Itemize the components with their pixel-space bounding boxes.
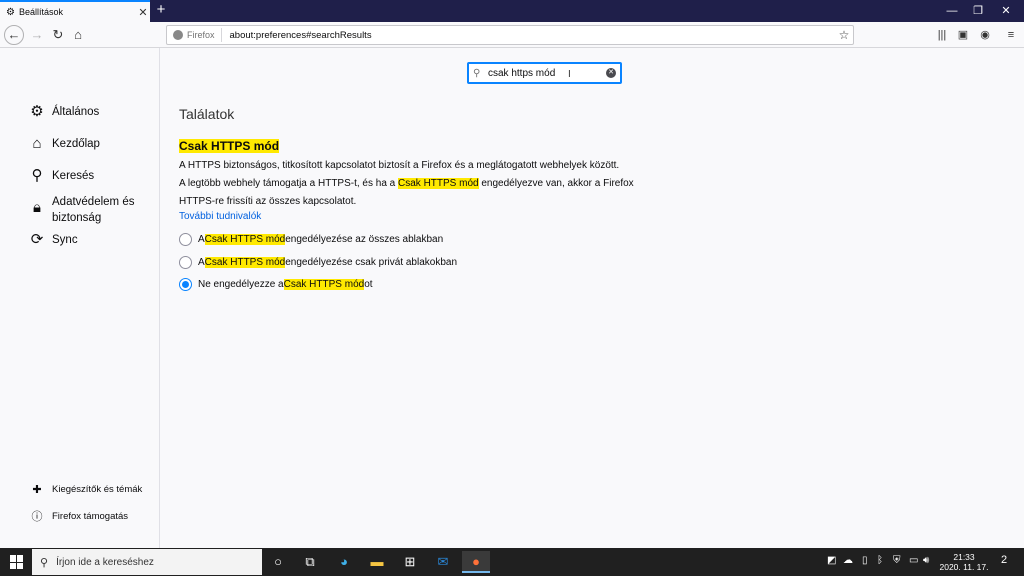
file-explorer-icon[interactable]: ▬ <box>366 551 388 573</box>
new-tab-button[interactable]: + <box>152 0 170 22</box>
radio-enable-all-windows[interactable]: A Csak HTTPS mód engedélyezése az összes… <box>179 233 443 246</box>
reload-button[interactable]: ↻ <box>48 25 68 45</box>
sidebar-item-label: Kezdőlap <box>52 138 100 150</box>
navigation-toolbar: ← → ↻ ⌂ Firefox about:preferences#search… <box>0 22 1024 48</box>
tab-settings[interactable]: ⚙ Beállítások ✕ <box>0 0 150 22</box>
library-icon[interactable]: ||| <box>934 27 950 43</box>
sidebar-item-support[interactable]: ⓘ Firefox támogatás <box>30 508 129 524</box>
description-line-1: A HTTPS biztonságos, titkosított kapcsol… <box>179 160 620 171</box>
device-icon[interactable]: ▯ <box>862 555 868 566</box>
menu-icon[interactable]: ≡ <box>1003 27 1019 43</box>
gear-icon: ⚙ <box>6 6 15 18</box>
bookmark-star-icon[interactable]: ☆ <box>835 28 853 42</box>
radio-enable-private-windows[interactable]: A Csak HTTPS mód engedélyezése csak priv… <box>179 256 457 269</box>
section-title: Csak HTTPS mód <box>179 139 280 153</box>
search-value[interactable]: csak https mód <box>485 68 606 79</box>
onedrive-icon[interactable]: ☁ <box>843 555 853 566</box>
tab-close-icon[interactable]: ✕ <box>136 6 150 19</box>
clock-time: 21:33 <box>953 552 975 562</box>
sidebar-item-addons[interactable]: ✚ Kiegészítők és témák <box>30 483 142 496</box>
description-line-3: HTTPS-re frissíti az összes kapcsolatot. <box>179 196 357 207</box>
tab-title: Beállítások <box>18 7 63 17</box>
sidebar-item-label: Általános <box>52 106 100 118</box>
search-icon: ⚲ <box>40 556 49 569</box>
taskbar-search-placeholder: Írjon ide a kereséshez <box>56 556 154 568</box>
close-window-button[interactable]: ✕ <box>988 0 1024 22</box>
back-button[interactable]: ← <box>4 25 24 45</box>
task-view-icon[interactable]: ⧉ <box>299 551 321 573</box>
search-highlight: Csak HTTPS mód <box>283 279 365 290</box>
notification-icon[interactable]: 2 <box>997 554 1011 568</box>
radio-button[interactable] <box>179 256 192 269</box>
search-highlight: Csak HTTPS mód <box>398 178 479 189</box>
option-text: Ne engedélyezze a <box>198 279 284 290</box>
sidebar-item-sync[interactable]: ⟳ Sync <box>28 232 78 250</box>
description-text: A legtöbb webhely támogatja a HTTPS-t, é… <box>179 178 399 189</box>
radio-disable[interactable]: Ne engedélyezze a Csak HTTPS mód ot <box>179 278 373 291</box>
identity-box[interactable]: Firefox <box>167 28 222 42</box>
security-icon[interactable]: ⛨ <box>893 555 901 566</box>
tray-app-icon[interactable]: ◩ <box>827 555 836 566</box>
preferences-sidebar: ⚙ Általános ⌂ Kezdőlap ⚲ Keresés 🔒︎ Adat… <box>0 48 160 548</box>
identity-label: Firefox <box>187 30 215 40</box>
learn-more-link[interactable]: További tudnivalók <box>179 211 261 222</box>
option-text: engedélyezése az összes ablakban <box>285 234 444 245</box>
edge-icon[interactable]: ◕ <box>333 551 355 573</box>
puzzle-icon: ✚ <box>32 484 42 496</box>
option-text: A <box>198 234 205 245</box>
taskbar-search-input[interactable]: ⚲ Írjon ide a kereséshez <box>32 549 262 575</box>
firefox-taskbar-icon[interactable]: ● <box>462 551 490 573</box>
preferences-search-input[interactable]: ⚲ csak https mód ✕ <box>467 62 622 84</box>
search-icon: ⚲ <box>31 167 43 184</box>
taskbar-clock[interactable]: 21:33 2020. 11. 17. <box>934 552 994 572</box>
bluetooth-icon[interactable]: ᛒ <box>877 555 883 566</box>
clear-search-icon[interactable]: ✕ <box>606 68 616 78</box>
windows-taskbar: ⚲ Írjon ide a kereséshez ○ ⧉ ◕ ▬ ⊞ ✉ ● ◩… <box>0 548 1024 576</box>
sidebar-toggle-icon[interactable]: ▣ <box>955 27 971 43</box>
radio-button-checked[interactable] <box>179 278 192 291</box>
home-button[interactable]: ⌂ <box>68 25 88 45</box>
account-icon[interactable]: ◉ <box>977 27 993 43</box>
url-text[interactable]: about:preferences#searchResults <box>222 30 835 41</box>
description-line-2: A legtöbb webhely támogatja a HTTPS-t, é… <box>179 175 634 193</box>
help-icon: ⓘ <box>31 511 43 523</box>
option-text: A <box>198 257 205 268</box>
sidebar-footer-label: Kiegészítők és témák <box>52 484 143 495</box>
search-highlight: Csak HTTPS mód <box>204 234 286 245</box>
radio-button[interactable] <box>179 233 192 246</box>
mail-icon[interactable]: ✉ <box>432 551 454 573</box>
description-text: engedélyezve van, akkor a Firefox <box>478 178 634 189</box>
sidebar-item-general[interactable]: ⚙ Általános <box>28 104 99 122</box>
option-text: ot <box>364 279 373 290</box>
sidebar-item-label: Adatvédelem és biztonság <box>52 196 135 224</box>
sidebar-item-label: Keresés <box>52 170 95 182</box>
notification-count: 2 <box>1000 554 1008 566</box>
windows-start-icon[interactable] <box>10 555 24 569</box>
sidebar-item-search[interactable]: ⚲ Keresés <box>28 167 95 186</box>
firefox-logo-icon <box>173 30 183 40</box>
forward-button[interactable]: → <box>27 25 47 45</box>
lock-icon: 🔒︎ <box>33 199 41 216</box>
page-title: Találatok <box>179 106 235 122</box>
search-icon: ⚲ <box>473 67 481 79</box>
search-highlight: Csak HTTPS mód <box>204 257 286 268</box>
home-icon: ⌂ <box>32 135 42 152</box>
sidebar-item-label: Sync <box>52 234 78 246</box>
sidebar-item-home[interactable]: ⌂ Kezdőlap <box>28 136 100 154</box>
option-text: engedélyezése csak privát ablakokban <box>285 257 458 268</box>
url-bar[interactable]: Firefox about:preferences#searchResults … <box>166 25 854 45</box>
clock-date: 2020. 11. 17. <box>939 562 989 572</box>
text-cursor-icon: I <box>568 69 571 80</box>
gear-icon: ⚙ <box>30 103 44 120</box>
sidebar-item-privacy[interactable]: 🔒︎ Adatvédelem és biztonság <box>28 194 142 226</box>
store-icon[interactable]: ⊞ <box>399 551 421 573</box>
sidebar-footer-label: Firefox támogatás <box>52 510 129 522</box>
cortana-icon[interactable]: ○ <box>267 551 289 573</box>
sync-icon: ⟳ <box>30 231 44 248</box>
network-icon[interactable]: ▭ <box>909 555 918 566</box>
volume-icon[interactable]: 🔊︎ <box>923 555 929 566</box>
tab-strip: ⚙ Beállítások ✕ + — ❐ ✕ <box>0 0 1024 22</box>
